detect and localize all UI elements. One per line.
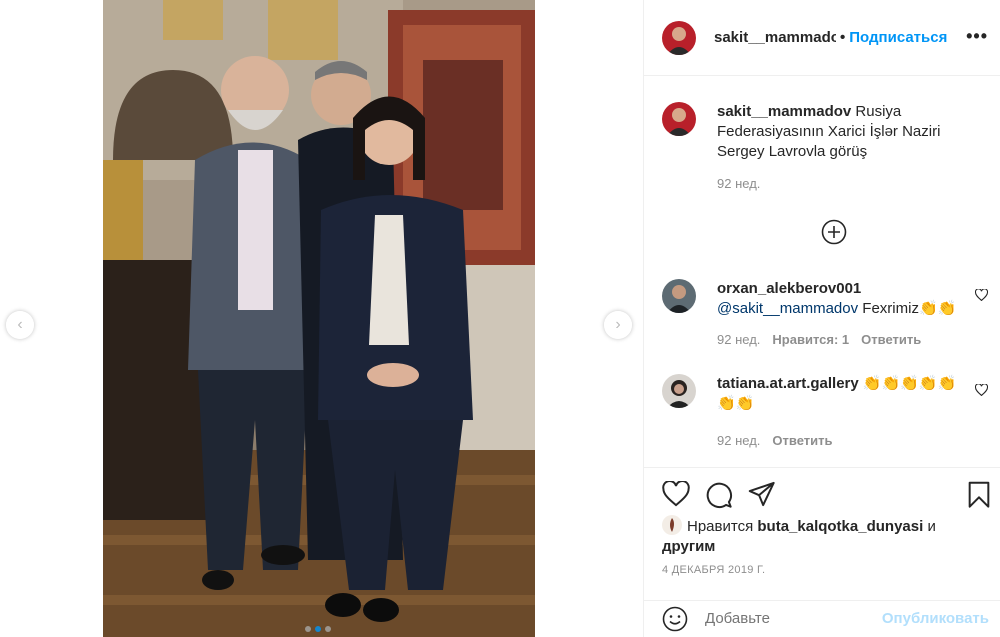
comments-section: sakit__mammadov Rusiya Federasiyasının X… [644,77,1000,467]
bookmark-icon[interactable] [967,481,991,509]
comment-item: orxan_alekberov001 @sakit__mammadov Fexr… [662,279,992,359]
author-username[interactable]: sakit__mammadov [714,29,836,46]
comment-icon[interactable] [705,481,733,509]
liked-by-prefix: Нравится [687,518,754,535]
commenter-avatar[interactable] [662,279,696,313]
next-slide-button[interactable]: › [604,311,632,339]
caption-meta: 92 нед. [717,176,760,191]
caption: sakit__mammadov Rusiya Federasiyasının X… [662,102,992,192]
author-avatar[interactable] [662,20,696,55]
comment-like-icon[interactable] [975,289,988,301]
action-icons [662,481,992,509]
post-header: sakit__mammadov • Подписаться ••• [644,0,1000,76]
comment-username[interactable]: orxan_alekberov001 [717,279,969,299]
header-separator: • [840,29,846,46]
heart-icon[interactable] [662,481,690,507]
add-comment-bar: Опубликовать [644,600,1000,637]
chevron-left-icon: ‹ [17,316,23,333]
comment-text: Fexrimiz👏👏 [862,300,957,317]
comment-reply-button[interactable]: Ответить [772,433,832,448]
comment-meta: 92 нед. Нравится: 1 Ответить [717,332,921,347]
comment-username[interactable]: tatiana.at.art.gallery [717,375,859,392]
follow-button[interactable]: Подписаться [849,29,947,46]
post-photo[interactable] [103,0,535,637]
publish-button[interactable]: Опубликовать [882,610,989,627]
caption-time[interactable]: 92 нед. [717,176,760,191]
paper-plane-icon[interactable] [748,481,776,507]
comment-like-icon[interactable] [975,384,988,396]
carousel-dot [305,626,311,632]
liked-by-others[interactable]: другим [662,538,715,555]
carousel-indicator [305,626,331,632]
comment-meta: 92 нед. Ответить [717,433,832,448]
comment-likes[interactable]: Нравится: 1 [772,332,849,347]
comment-input[interactable] [705,610,875,627]
comment-time[interactable]: 92 нед. [717,433,760,448]
post-date[interactable]: 4 ДЕКАБРЯ 2019 Г. [662,564,765,576]
carousel-dot [325,626,331,632]
liker-avatar[interactable] [662,515,682,535]
photo-illustration [103,0,535,637]
commenter-avatar[interactable] [662,374,696,408]
post-media: ‹ › [0,0,643,637]
liked-by: Нравится buta_kalqotka_dunyasi и другим [662,515,982,557]
carousel-dot-active [315,626,321,632]
caption-avatar[interactable] [662,102,696,136]
comment-reply-button[interactable]: Ответить [861,332,921,347]
more-options-icon[interactable]: ••• [966,26,988,47]
liked-by-user[interactable]: buta_kalqotka_dunyasi [757,518,923,535]
caption-body: sakit__mammadov Rusiya Federasiyasının X… [717,102,969,162]
plus-circle-icon [821,219,847,245]
caption-username[interactable]: sakit__mammadov [717,103,851,120]
comment-mention[interactable]: @sakit__mammadov [717,300,858,317]
post-actions: Нравится buta_kalqotka_dunyasi и другим … [644,467,1000,576]
comment-time[interactable]: 92 нед. [717,332,760,347]
comment-body: tatiana.at.art.gallery 👏👏👏👏👏👏👏 [717,374,969,414]
load-more-comments-button[interactable] [821,219,847,245]
comment-body: orxan_alekberov001 @sakit__mammadov Fexr… [717,279,969,319]
comment-item: tatiana.at.art.gallery 👏👏👏👏👏👏👏 92 нед. О… [662,374,992,454]
smiley-icon[interactable] [662,606,688,632]
post-side-panel: sakit__mammadov • Подписаться ••• sakit_… [643,0,1000,637]
prev-slide-button[interactable]: ‹ [6,311,34,339]
chevron-right-icon: › [615,316,621,333]
liked-by-and: и [927,518,936,535]
